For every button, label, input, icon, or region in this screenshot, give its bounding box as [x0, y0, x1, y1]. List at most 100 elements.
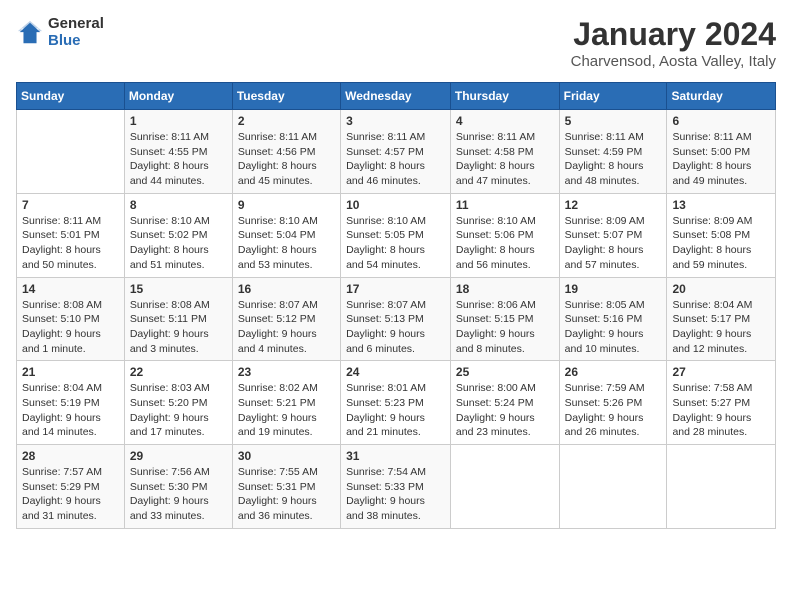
calendar-cell: 6 Sunrise: 8:11 AMSunset: 5:00 PMDaylight…	[667, 110, 776, 194]
calendar-cell: 14 Sunrise: 8:08 AMSunset: 5:10 PMDayligh…	[17, 277, 125, 361]
logo-blue: Blue	[48, 33, 104, 50]
calendar-cell: 21Sunrise: 8:04 AMSunset: 5:19 PMDayligh…	[17, 361, 125, 445]
day-number: 12	[565, 198, 662, 212]
logo-general: General	[48, 16, 104, 33]
day-number: 9	[238, 198, 335, 212]
calendar-cell: 27 Sunrise: 7:58 AMSunset: 5:27 PMDayligh…	[667, 361, 776, 445]
day-info: Sunrise: 7:54 AMSunset: 5:33 PMDaylight:…	[346, 465, 445, 524]
day-number: 11	[456, 198, 554, 212]
day-number: 3	[346, 114, 445, 128]
day-number: 17	[346, 282, 445, 296]
day-number: 22	[130, 365, 227, 379]
calendar-day-header: Saturday	[667, 83, 776, 110]
day-info: Sunrise: 7:59 AMSunset: 5:26 PMDaylight:…	[565, 381, 662, 440]
day-info: Sunrise: 8:07 AMSunset: 5:13 PMDaylight:…	[346, 298, 445, 357]
calendar-cell: 11 Sunrise: 8:10 AMSunset: 5:06 PMDayligh…	[450, 193, 559, 277]
day-number: 13	[672, 198, 770, 212]
day-number: 2	[238, 114, 335, 128]
logo-text: General Blue	[48, 16, 104, 49]
day-number: 10	[346, 198, 445, 212]
calendar-day-header: Sunday	[17, 83, 125, 110]
day-info: Sunrise: 7:58 AMSunset: 5:27 PMDaylight:…	[672, 381, 770, 440]
day-number: 8	[130, 198, 227, 212]
calendar-cell: 7Sunrise: 8:11 AMSunset: 5:01 PMDaylight…	[17, 193, 125, 277]
title-block: January 2024 Charvensod, Aosta Valley, I…	[571, 16, 776, 70]
calendar-cell: 12 Sunrise: 8:09 AMSunset: 5:07 PMDayligh…	[559, 193, 667, 277]
day-number: 15	[130, 282, 227, 296]
day-number: 24	[346, 365, 445, 379]
day-number: 28	[22, 449, 119, 463]
day-number: 29	[130, 449, 227, 463]
day-info: Sunrise: 8:05 AMSunset: 5:16 PMDaylight:…	[565, 298, 662, 357]
day-number: 27	[672, 365, 770, 379]
day-info: Sunrise: 8:11 AMSunset: 4:57 PMDaylight:…	[346, 130, 445, 189]
day-info: Sunrise: 8:06 AMSunset: 5:15 PMDaylight:…	[456, 298, 554, 357]
calendar-cell: 10 Sunrise: 8:10 AMSunset: 5:05 PMDayligh…	[341, 193, 451, 277]
day-number: 16	[238, 282, 335, 296]
calendar-cell: 19Sunrise: 8:05 AMSunset: 5:16 PMDayligh…	[559, 277, 667, 361]
day-number: 30	[238, 449, 335, 463]
calendar-day-header: Tuesday	[232, 83, 340, 110]
day-info: Sunrise: 8:11 AMSunset: 4:59 PMDaylight:…	[565, 130, 662, 189]
day-info: Sunrise: 8:00 AMSunset: 5:24 PMDaylight:…	[456, 381, 554, 440]
day-number: 31	[346, 449, 445, 463]
day-info: Sunrise: 8:11 AMSunset: 4:56 PMDaylight:…	[238, 130, 335, 189]
day-number: 1	[130, 114, 227, 128]
day-info: Sunrise: 7:57 AMSunset: 5:29 PMDaylight:…	[22, 465, 119, 524]
day-number: 23	[238, 365, 335, 379]
day-info: Sunrise: 8:01 AMSunset: 5:23 PMDaylight:…	[346, 381, 445, 440]
day-number: 5	[565, 114, 662, 128]
day-number: 26	[565, 365, 662, 379]
calendar-cell: 2 Sunrise: 8:11 AMSunset: 4:56 PMDaylight…	[232, 110, 340, 194]
calendar-cell: 4 Sunrise: 8:11 AMSunset: 4:58 PMDaylight…	[450, 110, 559, 194]
day-info: Sunrise: 8:04 AMSunset: 5:19 PMDaylight:…	[22, 381, 119, 440]
logo-icon	[16, 19, 44, 47]
calendar-cell: 28 Sunrise: 7:57 AMSunset: 5:29 PMDayligh…	[17, 445, 125, 529]
calendar-cell: 20 Sunrise: 8:04 AMSunset: 5:17 PMDayligh…	[667, 277, 776, 361]
day-info: Sunrise: 8:10 AMSunset: 5:04 PMDaylight:…	[238, 214, 335, 273]
day-info: Sunrise: 8:10 AMSunset: 5:06 PMDaylight:…	[456, 214, 554, 273]
calendar-cell: 29 Sunrise: 7:56 AMSunset: 5:30 PMDayligh…	[124, 445, 232, 529]
calendar-day-header: Friday	[559, 83, 667, 110]
day-number: 20	[672, 282, 770, 296]
day-info: Sunrise: 7:55 AMSunset: 5:31 PMDaylight:…	[238, 465, 335, 524]
calendar-cell: 24 Sunrise: 8:01 AMSunset: 5:23 PMDayligh…	[341, 361, 451, 445]
day-number: 6	[672, 114, 770, 128]
day-info: Sunrise: 8:03 AMSunset: 5:20 PMDaylight:…	[130, 381, 227, 440]
day-info: Sunrise: 8:11 AMSunset: 5:00 PMDaylight:…	[672, 130, 770, 189]
day-info: Sunrise: 8:10 AMSunset: 5:02 PMDaylight:…	[130, 214, 227, 273]
day-info: Sunrise: 8:07 AMSunset: 5:12 PMDaylight:…	[238, 298, 335, 357]
page-header: General Blue January 2024 Charvensod, Ao…	[16, 16, 776, 70]
day-number: 14	[22, 282, 119, 296]
day-number: 18	[456, 282, 554, 296]
calendar-cell: 31 Sunrise: 7:54 AMSunset: 5:33 PMDayligh…	[341, 445, 451, 529]
calendar-day-header: Monday	[124, 83, 232, 110]
day-info: Sunrise: 7:56 AMSunset: 5:30 PMDaylight:…	[130, 465, 227, 524]
location-title: Charvensod, Aosta Valley, Italy	[571, 53, 776, 70]
day-info: Sunrise: 8:08 AMSunset: 5:10 PMDaylight:…	[22, 298, 119, 357]
day-number: 7	[22, 198, 119, 212]
calendar-cell: 13 Sunrise: 8:09 AMSunset: 5:08 PMDayligh…	[667, 193, 776, 277]
day-info: Sunrise: 8:09 AMSunset: 5:07 PMDaylight:…	[565, 214, 662, 273]
calendar-day-header: Wednesday	[341, 83, 451, 110]
day-info: Sunrise: 8:09 AMSunset: 5:08 PMDaylight:…	[672, 214, 770, 273]
calendar-cell: 17 Sunrise: 8:07 AMSunset: 5:13 PMDayligh…	[341, 277, 451, 361]
logo: General Blue	[16, 16, 104, 49]
calendar-cell: 25 Sunrise: 8:00 AMSunset: 5:24 PMDayligh…	[450, 361, 559, 445]
calendar-day-header: Thursday	[450, 83, 559, 110]
calendar-cell	[450, 445, 559, 529]
day-info: Sunrise: 8:02 AMSunset: 5:21 PMDaylight:…	[238, 381, 335, 440]
calendar-cell: 22 Sunrise: 8:03 AMSunset: 5:20 PMDayligh…	[124, 361, 232, 445]
day-number: 25	[456, 365, 554, 379]
month-title: January 2024	[571, 16, 776, 53]
day-info: Sunrise: 8:04 AMSunset: 5:17 PMDaylight:…	[672, 298, 770, 357]
calendar-cell: 18 Sunrise: 8:06 AMSunset: 5:15 PMDayligh…	[450, 277, 559, 361]
day-info: Sunrise: 8:11 AMSunset: 4:58 PMDaylight:…	[456, 130, 554, 189]
calendar-cell: 3 Sunrise: 8:11 AMSunset: 4:57 PMDaylight…	[341, 110, 451, 194]
calendar-cell: 15Sunrise: 8:08 AMSunset: 5:11 PMDayligh…	[124, 277, 232, 361]
day-info: Sunrise: 8:10 AMSunset: 5:05 PMDaylight:…	[346, 214, 445, 273]
calendar-cell	[559, 445, 667, 529]
calendar-cell: 16 Sunrise: 8:07 AMSunset: 5:12 PMDayligh…	[232, 277, 340, 361]
calendar-cell: 26 Sunrise: 7:59 AMSunset: 5:26 PMDayligh…	[559, 361, 667, 445]
day-number: 4	[456, 114, 554, 128]
